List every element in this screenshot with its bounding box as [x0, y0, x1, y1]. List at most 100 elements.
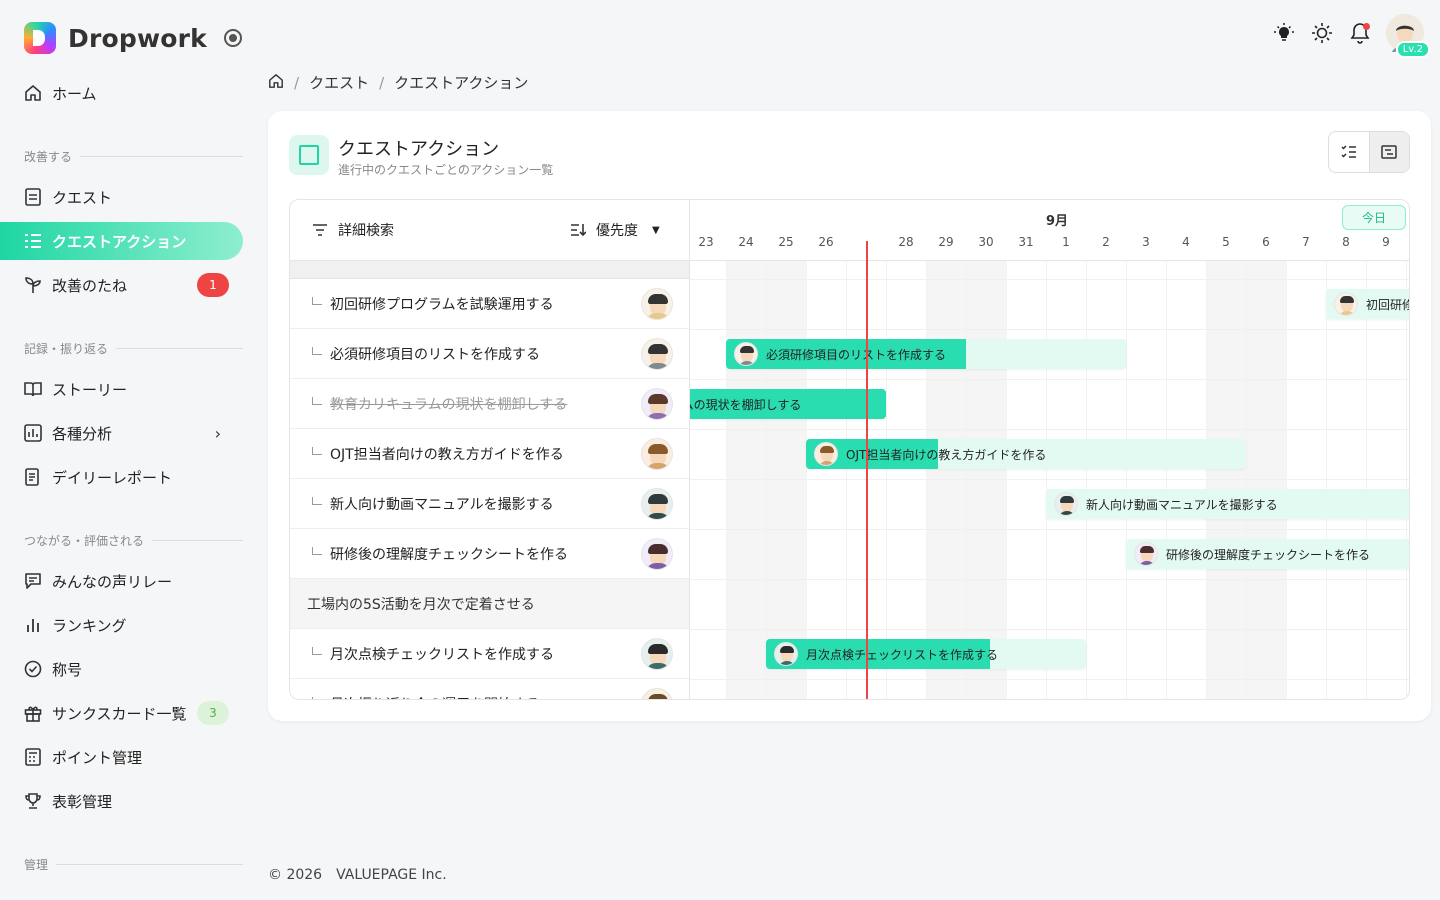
assignee-avatar	[641, 338, 673, 370]
nav-analysis[interactable]: 各種分析 ›	[0, 414, 243, 452]
user-avatar[interactable]: Lv.2	[1386, 14, 1430, 58]
task-row[interactable]: 新人向け動画マニュアルを撮影する	[290, 479, 689, 529]
task-row[interactable]: 研修後の理解度チェックシートを作る	[290, 529, 689, 579]
task-row[interactable]: 必須研修項目のリストを作成する	[290, 329, 689, 379]
gantt-bar[interactable]: 新人向け動画マニュアルを撮影する	[1046, 489, 1409, 519]
timeline-header: 9月 今日 232425262728293031123456789	[690, 200, 1409, 261]
nav-title[interactable]: 称号	[0, 650, 243, 688]
grid-line	[1086, 261, 1087, 699]
timeline-pane: 9月 今日 232425262728293031123456789 初回研修必須…	[670, 200, 1410, 699]
nav-points[interactable]: ポイント管理	[0, 738, 243, 776]
nav-seeds-label: 改善のたね	[52, 276, 128, 295]
grid-line	[690, 429, 1409, 430]
task-row[interactable]: 月次振り返り会の運用を開始する	[290, 679, 689, 699]
gantt-bar[interactable]: 月次点検チェックリストを作成する	[766, 639, 1086, 669]
message-icon	[24, 572, 42, 590]
nav-quest-action-label: クエストアクション	[52, 232, 187, 251]
nav-voice-relay[interactable]: みんなの声リレー	[0, 562, 243, 600]
home-icon	[24, 84, 42, 102]
assignee-avatar	[814, 442, 838, 466]
gantt-bar[interactable]: OJT担当者向けの教え方ガイドを作る	[806, 439, 1246, 469]
bar-chart-icon	[24, 616, 42, 634]
sort-select[interactable]: 優先度 ▼	[570, 220, 660, 240]
breadcrumb-quest[interactable]: クエスト	[309, 72, 369, 93]
nav-daily-report-label: デイリーレポート	[52, 468, 173, 487]
task-title: 研修後の理解度チェックシートを作る	[330, 546, 568, 563]
gantt-bar-label: 新人向け動画マニュアルを撮影する	[1086, 497, 1278, 512]
gift-icon	[24, 704, 42, 722]
grid-line	[690, 279, 1409, 280]
nav-thanks-list-label: サンクスカード一覧	[52, 704, 187, 723]
gantt-bar[interactable]: 必須研修項目のリストを作成する	[726, 339, 1126, 369]
breadcrumb-separator: /	[294, 73, 300, 92]
nav-voice-relay-label: みんなの声リレー	[52, 572, 173, 591]
bulb-icon[interactable]	[1272, 21, 1296, 45]
task-row[interactable]: 初回研修プログラムを試験運用する	[290, 279, 689, 329]
record-icon[interactable]	[224, 29, 242, 47]
nav-story[interactable]: ストーリー	[0, 370, 243, 408]
assignee-avatar	[1054, 492, 1078, 516]
sun-icon[interactable]	[1310, 21, 1334, 45]
subtask-connector-icon	[312, 496, 322, 505]
chart-icon	[24, 424, 42, 442]
nav-analysis-label: 各種分析	[52, 424, 113, 443]
gantt-bar-label: 初回研修	[1366, 297, 1410, 312]
assignee-avatar	[641, 688, 673, 699]
nav-home[interactable]: ホーム	[0, 74, 243, 112]
app-name: Dropwork	[68, 23, 207, 53]
day-label: 28	[898, 235, 914, 249]
section-admin: 管理	[24, 856, 243, 873]
breadcrumb-home-icon[interactable]	[268, 73, 284, 93]
top-toolbar: Lv.2	[1272, 14, 1430, 58]
nav-ranking[interactable]: ランキング	[0, 606, 243, 644]
filter-label: 詳細検索	[338, 223, 394, 239]
task-title: 初回研修プログラムを試験運用する	[330, 296, 554, 313]
today-button[interactable]: 今日	[1342, 205, 1406, 230]
task-row[interactable]: OJT担当者向けの教え方ガイドを作る	[290, 429, 689, 479]
section-record: 記録・振り返る	[24, 340, 243, 357]
gantt-bar[interactable]: 研修後の理解度チェックシートを作る	[1126, 539, 1409, 569]
subtask-connector-icon	[312, 646, 322, 655]
gantt-view-button[interactable]	[1368, 132, 1409, 172]
sprout-icon	[24, 276, 42, 294]
assignee-avatar	[1134, 542, 1158, 566]
gantt-bar[interactable]: 初回研修	[1326, 289, 1410, 319]
quest-action-card: クエストアクション 進行中のクエストごとのアクション一覧 詳細検索 優先度 ▼ …	[268, 111, 1431, 721]
task-rows: 初回研修プログラムを試験運用する必須研修項目のリストを作成する教育カリキュラムの…	[290, 279, 689, 699]
task-title: 新人向け動画マニュアルを撮影する	[330, 496, 554, 513]
task-title: 教育カリキュラムの現状を棚卸しする	[330, 396, 568, 413]
grid-line	[1406, 261, 1407, 699]
task-row[interactable]: 月次点検チェックリストを作成する	[290, 629, 689, 679]
nav-quest[interactable]: クエスト	[0, 178, 243, 216]
gantt-bar-label: OJT担当者向けの教え方ガイドを作る	[846, 447, 1047, 462]
sort-label: 優先度	[596, 223, 638, 239]
quest-group-row[interactable]: 工場内の5S活動を月次で定着させる	[290, 579, 689, 629]
bell-icon[interactable]	[1348, 21, 1372, 45]
filter-button[interactable]: 詳細検索	[312, 220, 394, 240]
nav-awards[interactable]: 表彰管理	[0, 782, 243, 820]
logo-mark-icon	[24, 22, 56, 54]
assignee-avatar	[734, 342, 758, 366]
nav-points-label: ポイント管理	[52, 748, 143, 767]
page-title: クエストアクション	[338, 139, 500, 160]
subtask-connector-icon	[312, 296, 322, 305]
nav-daily-report[interactable]: デイリーレポート	[0, 458, 243, 496]
list-view-button[interactable]	[1329, 132, 1369, 172]
page-icon	[289, 135, 329, 175]
section-improve: 改善する	[24, 148, 243, 165]
sidebar: Dropwork ホーム 改善する クエスト クエストアクション 改善のたね 1…	[0, 0, 256, 900]
task-row[interactable]: 教育カリキュラムの現状を棚卸しする	[290, 379, 689, 429]
grid-line	[1206, 261, 1207, 699]
app-logo[interactable]: Dropwork	[24, 22, 207, 54]
nav-story-label: ストーリー	[52, 380, 128, 399]
scrolled-row-remnant	[290, 261, 689, 279]
gantt-bar[interactable]: ラムの現状を棚卸しする	[670, 389, 886, 419]
chevron-right-icon: ›	[214, 423, 221, 443]
grid-line	[846, 261, 847, 699]
grid-line	[690, 529, 1409, 530]
nav-quest-action[interactable]: クエストアクション	[0, 222, 243, 260]
seeds-count-badge: 1	[197, 273, 229, 297]
nav-thanks-list[interactable]: サンクスカード一覧 3	[0, 694, 243, 732]
nav-seeds[interactable]: 改善のたね 1	[0, 266, 243, 304]
grid-line	[690, 329, 1409, 330]
